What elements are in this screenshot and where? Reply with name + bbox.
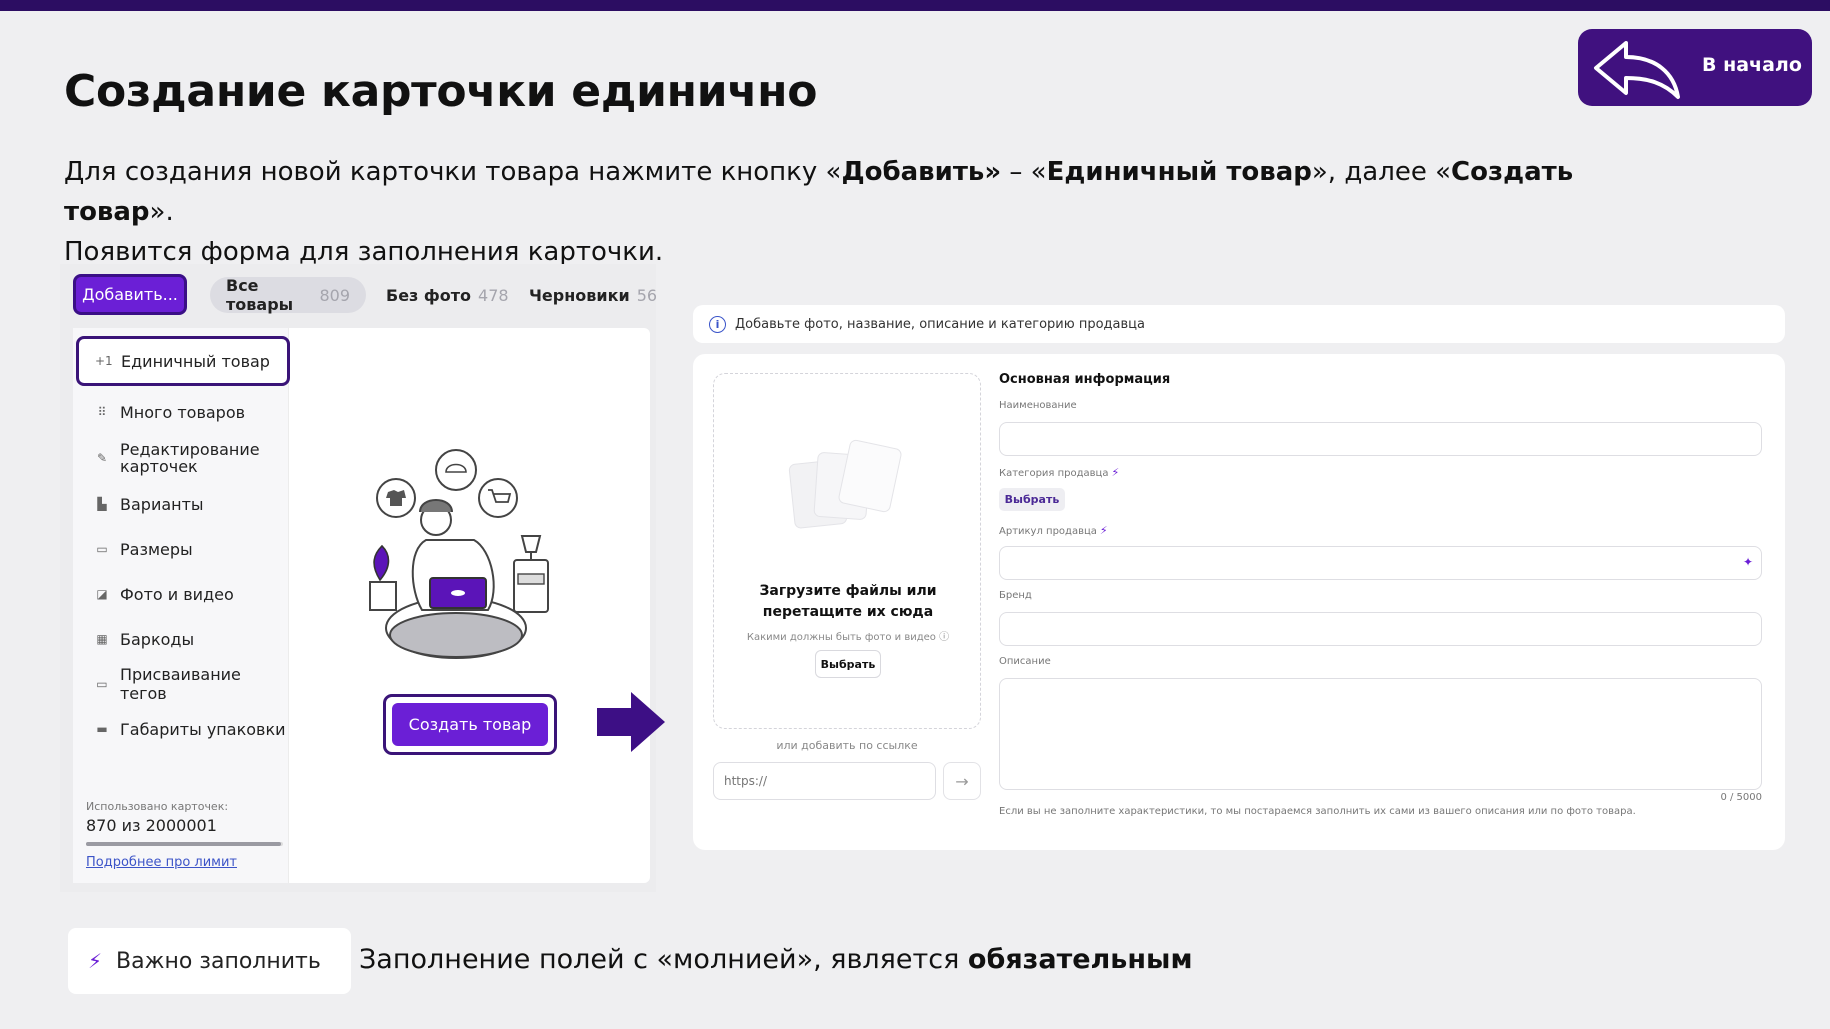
- tab-drafts[interactable]: Черновики 56: [529, 277, 657, 313]
- info-icon: i: [709, 315, 726, 333]
- description-counter: 0 / 5000: [1720, 792, 1762, 803]
- menu-item-single-product[interactable]: +1 Единичный товар: [76, 336, 290, 386]
- box-ruler-icon: ▬: [96, 722, 108, 736]
- files-placeholder-icon: [788, 439, 902, 529]
- top-accent-bar: [0, 0, 1830, 11]
- menu-item-photo-video[interactable]: ◪ Фото и видео: [78, 576, 292, 612]
- image-icon: ◪: [96, 587, 108, 601]
- lightning-icon: ⚡: [88, 949, 103, 973]
- add-menu: +1 Единичный товар ⠿ Много товаров ✎ Ред…: [73, 328, 292, 883]
- category-label: Категория продавца ⚡: [999, 466, 1120, 479]
- create-product-button[interactable]: Создать товар: [392, 703, 548, 746]
- limit-label: Использовано карточек:: [86, 800, 229, 813]
- required-fields-note: Заполнение полей с «молнией», является о…: [359, 944, 1193, 975]
- url-label: или добавить по ссылке: [776, 739, 918, 752]
- back-button-label: В начало: [1702, 54, 1802, 76]
- menu-item-many-products[interactable]: ⠿ Много товаров: [78, 394, 292, 430]
- ruler-icon: ▭: [96, 542, 108, 556]
- menu-item-sizes[interactable]: ▭ Размеры: [78, 531, 292, 567]
- arrow-right-icon: [597, 692, 665, 752]
- menu-item-package-dimensions[interactable]: ▬ Габариты упаковки: [78, 711, 292, 747]
- variants-icon: ▙: [97, 497, 107, 511]
- limit-progress-fill: [86, 842, 282, 846]
- menu-item-edit-cards[interactable]: ✎ Редактирование карточек: [78, 436, 292, 480]
- lightning-icon: ⚡: [1111, 466, 1120, 479]
- product-card-form: Загрузите файлы или перетащите их сюда К…: [693, 354, 1785, 850]
- brand-input[interactable]: [999, 612, 1762, 646]
- description-textarea[interactable]: [999, 678, 1762, 790]
- upload-title: Загрузите файлы или перетащите их сюда: [759, 583, 937, 620]
- menu-item-barcodes[interactable]: ▦ Баркоды: [78, 621, 292, 657]
- lightning-icon: ⚡: [1099, 524, 1108, 537]
- name-input[interactable]: [999, 422, 1762, 456]
- create-product-button-outline: Создать товар: [383, 694, 557, 755]
- info-icon: ⓘ: [939, 632, 950, 643]
- upload-requirements-link[interactable]: Какими должны быть фото и видео ⓘ: [714, 628, 982, 643]
- url-submit-button[interactable]: →: [943, 762, 981, 800]
- important-badge: ⚡ Важно заполнить: [68, 928, 351, 994]
- person-with-laptop-illustration: [369, 449, 549, 659]
- magic-wand-icon[interactable]: ✦: [1743, 555, 1753, 569]
- tag-icon: ▭: [96, 677, 108, 691]
- section-title: Основная информация: [999, 372, 1171, 387]
- tab-all-products[interactable]: Все товары 809: [210, 276, 366, 314]
- brand-label: Бренд: [999, 590, 1032, 601]
- menu-item-variants[interactable]: ▙ Варианты: [78, 486, 292, 522]
- article-input[interactable]: ✦: [999, 546, 1762, 580]
- menu-item-tags[interactable]: ▭ Присваивание тегов: [78, 665, 292, 703]
- description-label: Описание: [999, 656, 1051, 667]
- form-hint-bar: i Добавьте фото, название, описание и ка…: [693, 305, 1785, 343]
- add-button[interactable]: Добавить...: [73, 274, 187, 315]
- barcode-icon: ▦: [96, 632, 108, 646]
- grid-icon: ⠿: [97, 405, 107, 419]
- characteristics-note: Если вы не заполните характеристики, то …: [999, 806, 1636, 817]
- url-input[interactable]: [713, 762, 936, 800]
- pencil-icon: ✎: [96, 450, 108, 465]
- plus-one-icon: +1: [95, 354, 113, 368]
- tab-no-photo[interactable]: Без фото 478: [386, 277, 509, 313]
- file-drop-zone[interactable]: Загрузите файлы или перетащите их сюда К…: [713, 373, 981, 729]
- name-label: Наименование: [999, 400, 1077, 411]
- intro-text: Для создания новой карточки товара нажми…: [64, 157, 1574, 267]
- article-label: Артикул продавца ⚡: [999, 524, 1108, 537]
- upload-choose-button[interactable]: Выбрать: [815, 650, 881, 678]
- page-title: Создание карточки единично: [64, 66, 818, 117]
- category-choose-button[interactable]: Выбрать: [999, 488, 1065, 511]
- limit-progress-bar: [86, 842, 283, 846]
- limit-value: 870 из 2000001: [86, 816, 217, 835]
- back-to-start-button[interactable]: В начало: [1578, 29, 1812, 106]
- limit-details-link[interactable]: Подробнее про лимит: [86, 855, 237, 870]
- back-arrow-icon: [1594, 41, 1680, 99]
- arrow-right-icon: →: [955, 771, 969, 791]
